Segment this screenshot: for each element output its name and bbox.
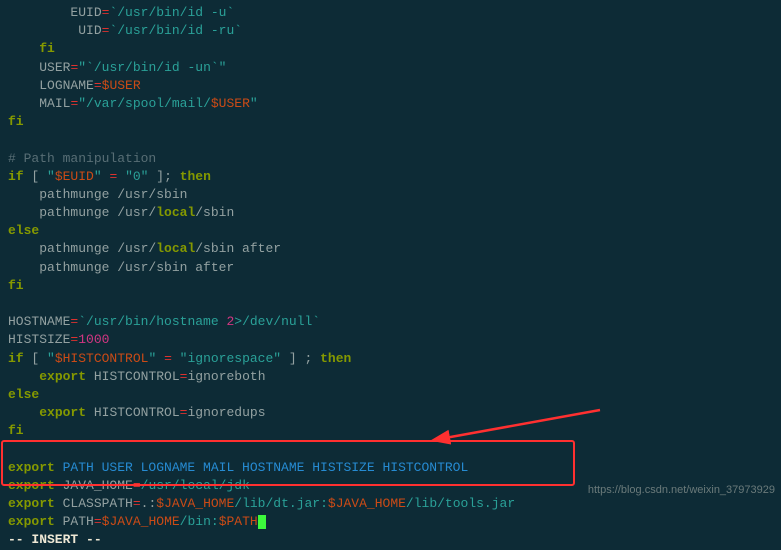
code-content: EUID=`/usr/bin/id -u` UID=`/usr/bin/id -…: [8, 4, 773, 550]
line: EUID=`/usr/bin/id -u`: [8, 5, 234, 20]
line: pathmunge /usr/sbin: [8, 187, 187, 202]
line: export PATH USER LOGNAME MAIL HOSTNAME H…: [8, 460, 468, 475]
line: pathmunge /usr/sbin after: [8, 260, 234, 275]
line: fi: [8, 423, 24, 438]
line: fi: [8, 278, 24, 293]
vim-mode-status: -- INSERT --: [8, 532, 102, 547]
line: export PATH=$JAVA_HOME/bin:$PATH: [8, 514, 266, 529]
line: else: [8, 223, 39, 238]
line: HISTSIZE=1000: [8, 332, 109, 347]
text-cursor: [258, 515, 266, 529]
line: export CLASSPATH=.:$JAVA_HOME/lib/dt.jar…: [8, 496, 515, 511]
line: MAIL="/var/spool/mail/$USER": [8, 96, 258, 111]
line: fi: [8, 114, 24, 129]
line: USER="`/usr/bin/id -un`": [8, 60, 226, 75]
line: else: [8, 387, 39, 402]
watermark-text: https://blog.csdn.net/weixin_37973929: [588, 483, 775, 498]
line: UID=`/usr/bin/id -ru`: [8, 23, 242, 38]
line: pathmunge /usr/local/sbin: [8, 205, 234, 220]
line: HOSTNAME=`/usr/bin/hostname 2>/dev/null`: [8, 314, 320, 329]
line: if [ "$HISTCONTROL" = "ignorespace" ] ; …: [8, 351, 351, 366]
code-editor: EUID=`/usr/bin/id -u` UID=`/usr/bin/id -…: [0, 0, 781, 550]
line: LOGNAME=$USER: [8, 78, 141, 93]
line: export HISTCONTROL=ignoredups: [8, 405, 266, 420]
line: export JAVA_HOME=/usr/local/jdk: [8, 478, 250, 493]
line: if [ "$EUID" = "0" ]; then: [8, 169, 211, 184]
line: fi: [8, 41, 55, 56]
line: export HISTCONTROL=ignoreboth: [8, 369, 266, 384]
line: pathmunge /usr/local/sbin after: [8, 241, 281, 256]
comment-line: # Path manipulation: [8, 151, 156, 166]
